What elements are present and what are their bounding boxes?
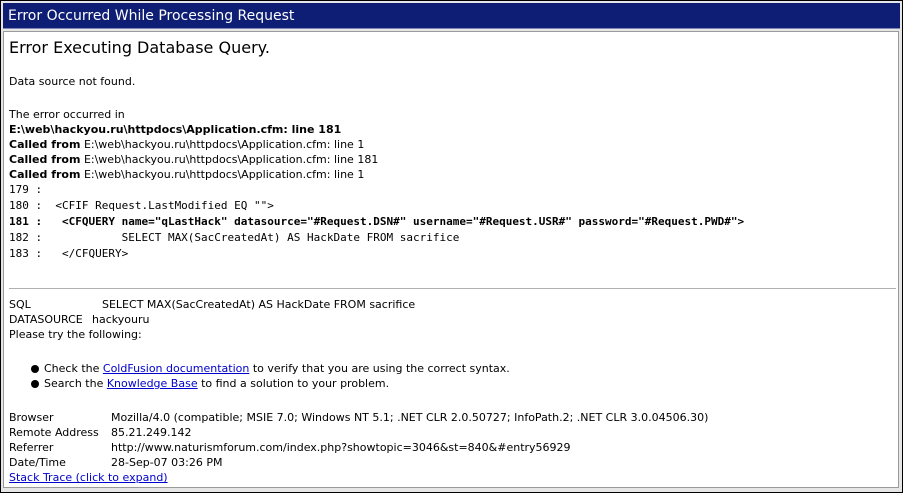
bullet-icon [31, 380, 39, 388]
called-from-text: E:\web\hackyou.ru\httpdocs\Application.c… [83, 168, 365, 181]
info-label: Browser [9, 411, 54, 424]
code-line-highlighted: 181 : <CFQUERY name="qLastHack" datasour… [9, 215, 745, 228]
error-panel: Error Executing Database Query. Data sou… [3, 31, 899, 488]
error-window: Error Occurred While Processing Request … [0, 0, 903, 493]
info-value: http://www.naturismforum.com/index.php?s… [111, 441, 571, 454]
suggestion-text: to verify that you are using the correct… [249, 362, 510, 375]
suggestion-item: Search the Knowledge Base to find a solu… [44, 376, 389, 391]
called-from-label: Called from [9, 138, 81, 151]
code-line: 180 : <CFIF Request.LastModified EQ ""> [9, 199, 274, 212]
info-value: 28-Sep-07 03:26 PM [111, 456, 223, 469]
coldfusion-documentation-link[interactable]: ColdFusion documentation [103, 362, 249, 375]
suggestion-text: to find a solution to your problem. [197, 377, 390, 390]
called-from-line: Called from E:\web\hackyou.ru\httpdocs\A… [9, 137, 364, 152]
sql-label: SQL [9, 298, 31, 311]
called-from-label: Called from [9, 153, 81, 166]
try-text: Please try the following: [9, 328, 142, 341]
info-label: Remote Address [9, 426, 99, 439]
suggestion-item: Check the ColdFusion documentation to ve… [44, 361, 510, 376]
error-heading: Error Executing Database Query. [9, 38, 270, 57]
info-label: Referrer [9, 441, 54, 454]
info-value: 85.21.249.142 [111, 426, 192, 439]
bullet-icon [31, 365, 39, 373]
code-line: 182 : SELECT MAX(SacCreatedAt) AS HackDa… [9, 231, 460, 244]
stack-trace-link[interactable]: Stack Trace (click to expand) [9, 470, 168, 485]
info-label: Date/Time [9, 456, 66, 469]
called-from-text: E:\web\hackyou.ru\httpdocs\Application.c… [83, 138, 365, 151]
datasource-label: DATASOURCE [9, 313, 83, 326]
window-title: Error Occurred While Processing Request [3, 3, 900, 29]
called-from-text: E:\web\hackyou.ru\httpdocs\Application.c… [83, 153, 379, 166]
called-from-label: Called from [9, 168, 81, 181]
divider [9, 288, 896, 289]
info-value: Mozilla/4.0 (compatible; MSIE 7.0; Windo… [111, 411, 709, 424]
called-from-line: Called from E:\web\hackyou.ru\httpdocs\A… [9, 152, 378, 167]
suggestion-text: Search the [44, 377, 107, 390]
code-line: 179 : [9, 183, 43, 196]
error-intro: The error occurred in [9, 108, 125, 121]
error-location: E:\web\hackyou.ru\httpdocs\Application.c… [9, 123, 342, 136]
called-from-line: Called from E:\web\hackyou.ru\httpdocs\A… [9, 167, 364, 182]
sql-value: SELECT MAX(SacCreatedAt) AS HackDate FRO… [102, 298, 416, 311]
error-message: Data source not found. [9, 75, 136, 88]
suggestion-text: Check the [44, 362, 103, 375]
knowledge-base-link[interactable]: Knowledge Base [107, 377, 198, 390]
code-line: 183 : </CFQUERY> [9, 247, 129, 260]
datasource-value: hackyouru [92, 313, 150, 326]
